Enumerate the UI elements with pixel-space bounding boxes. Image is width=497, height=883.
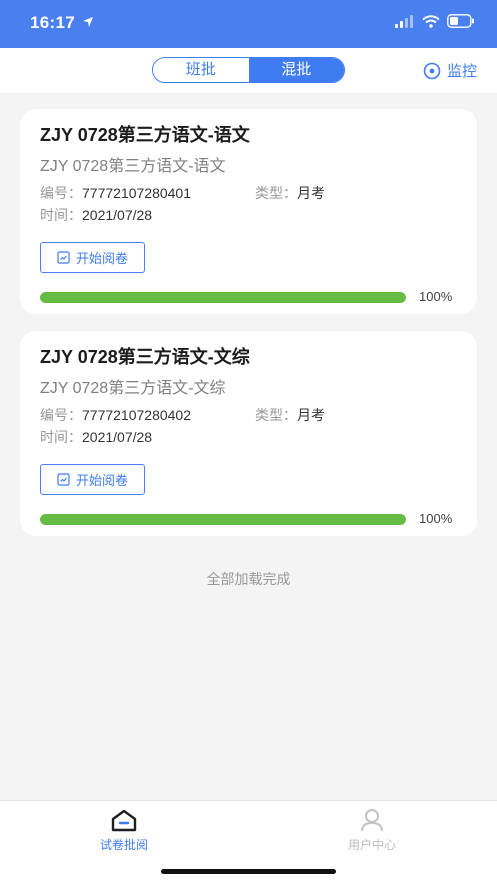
exam-subtitle: ZJY 0728第三方语文-文综 bbox=[40, 380, 226, 397]
start-grading-button[interactable]: 开始阅卷 bbox=[40, 242, 145, 273]
home-indicator bbox=[161, 869, 336, 874]
exam-code: 编号：77772107280401 bbox=[40, 183, 191, 203]
exam-time: 时间：2021/07/28 bbox=[40, 205, 152, 225]
edit-doc-icon bbox=[57, 251, 70, 264]
start-grading-label: 开始阅卷 bbox=[75, 473, 128, 488]
eye-icon bbox=[423, 62, 441, 79]
list-end-message: 全部加载完成 bbox=[206, 571, 291, 587]
grading-progress-percent: 100% bbox=[419, 289, 453, 304]
exam-code-label: 编号： bbox=[40, 407, 82, 423]
status-time: 16:17 bbox=[30, 13, 75, 32]
user-icon bbox=[361, 809, 383, 832]
exam-title: ZJY 0728第三方语文-文综 bbox=[40, 347, 250, 367]
exam-card: ZJY 0728第三方语文-语文 ZJY 0728第三方语文-语文 编号：777… bbox=[20, 109, 477, 314]
exam-title: ZJY 0728第三方语文-语文 bbox=[40, 125, 250, 145]
exam-type-label: 类型： bbox=[255, 185, 297, 201]
exam-type-label: 类型： bbox=[255, 407, 297, 423]
exam-code-value: 77772107280402 bbox=[82, 407, 192, 423]
wifi-icon bbox=[422, 14, 440, 28]
location-arrow-icon bbox=[83, 17, 93, 27]
tab-exam-grading-label: 试卷批阅 bbox=[99, 838, 148, 852]
start-grading-label: 开始阅卷 bbox=[75, 251, 128, 266]
tab-user-center[interactable]: 用户中心 bbox=[312, 808, 432, 853]
exam-type: 类型：月考 bbox=[255, 183, 325, 203]
monitor-label: 监控 bbox=[446, 63, 477, 80]
grading-progress-fill bbox=[40, 292, 406, 303]
edit-doc-icon bbox=[57, 473, 70, 486]
exam-time-value: 2021/07/28 bbox=[82, 429, 153, 445]
batch-mode-segmented-control: 班批 混批 bbox=[152, 57, 345, 83]
grading-progress-fill bbox=[40, 514, 406, 525]
header-bar: 班批 混批 监控 bbox=[0, 48, 497, 94]
battery-icon bbox=[447, 14, 474, 28]
exam-time-value: 2021/07/28 bbox=[82, 207, 153, 223]
exam-card: ZJY 0728第三方语文-文综 ZJY 0728第三方语文-文综 编号：777… bbox=[20, 331, 477, 536]
tab-user-center-label: 用户中心 bbox=[347, 838, 396, 852]
status-indicators bbox=[395, 14, 475, 28]
grading-progress-bar bbox=[40, 514, 406, 525]
grading-progress-bar bbox=[40, 292, 406, 303]
signal-icon bbox=[395, 14, 413, 28]
grading-progress-percent: 100% bbox=[419, 511, 453, 526]
exam-subtitle: ZJY 0728第三方语文-语文 bbox=[40, 158, 226, 175]
segment-mixed-batch[interactable]: 混批 bbox=[248, 58, 344, 82]
exam-time: 时间：2021/07/28 bbox=[40, 427, 152, 447]
exam-type: 类型：月考 bbox=[255, 405, 325, 425]
exam-time-label: 时间： bbox=[40, 429, 82, 445]
exam-code-label: 编号： bbox=[40, 185, 82, 201]
monitor-button[interactable]: 监控 bbox=[423, 60, 477, 81]
exam-code: 编号：77772107280402 bbox=[40, 405, 191, 425]
house-icon bbox=[111, 809, 137, 832]
exam-type-value: 月考 bbox=[297, 407, 325, 423]
status-bar: 16:17 bbox=[0, 0, 497, 48]
tab-exam-grading[interactable]: 试卷批阅 bbox=[64, 808, 184, 853]
start-grading-button[interactable]: 开始阅卷 bbox=[40, 464, 145, 495]
exam-time-label: 时间： bbox=[40, 207, 82, 223]
segment-class-batch[interactable]: 班批 bbox=[153, 58, 249, 82]
exam-type-value: 月考 bbox=[297, 185, 325, 201]
exam-code-value: 77772107280401 bbox=[82, 185, 192, 201]
